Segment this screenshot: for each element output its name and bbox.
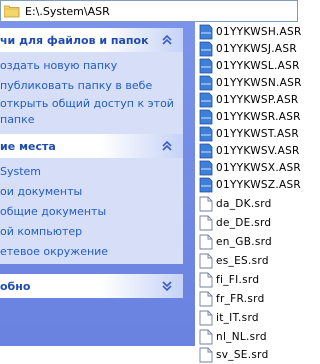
- file-name: 01YYKWSH.ASR: [216, 26, 302, 38]
- file-name: 01YYKWSV.ASR: [216, 145, 300, 157]
- publish-folder-link[interactable]: публиковать папку в вебе: [0, 76, 183, 96]
- details-header[interactable]: обно: [0, 274, 183, 298]
- file-name: 01YYKWST.ASR: [216, 128, 299, 140]
- file-name: 01YYKWSZ.ASR: [216, 179, 302, 191]
- file-name: 01YYKWSN.ASR: [216, 77, 302, 89]
- file-name: da_DK.srd: [216, 198, 272, 210]
- file-name: it_IT.srd: [216, 312, 259, 324]
- place-my-computer-link[interactable]: ой компьютер: [0, 222, 183, 242]
- file-name: de_DE.srd: [216, 217, 272, 229]
- file-tasks-title: чи для файлов и папок: [0, 34, 149, 47]
- place-network-link[interactable]: етевое окружение: [0, 242, 183, 262]
- file-name: 01YYKWSR.ASR: [216, 111, 301, 123]
- asr-file-icon: [199, 126, 213, 142]
- file-name: sv_SE.srd: [216, 349, 269, 361]
- place-shared-documents-link[interactable]: общие документы: [0, 202, 183, 222]
- asr-file-icon: [199, 160, 213, 176]
- srd-file-icon: [199, 291, 213, 307]
- collapse-chevron-icon[interactable]: [159, 32, 175, 48]
- folder-icon: [4, 5, 20, 18]
- file-name: fr_FR.srd: [216, 293, 265, 305]
- file-tasks-group: чи для файлов и папок оздать новую папку…: [0, 28, 183, 142]
- other-places-header[interactable]: ие места: [0, 134, 183, 158]
- details-group: обно: [0, 274, 183, 298]
- file-name: 01YYKWSX.ASR: [216, 162, 302, 174]
- file-name: nl_NL.srd: [216, 331, 267, 343]
- file-list: 01YYKWSH.ASR 01YYKWSJ.ASR 01YYKWSL.ASR 0…: [196, 22, 302, 363]
- asr-file-icon: [199, 177, 213, 193]
- file-name: 01YYKWSJ.ASR: [216, 43, 297, 55]
- other-places-group: ие места System ои документы общие докум…: [0, 134, 183, 264]
- file-name: es_ES.srd: [216, 255, 269, 267]
- asr-file-icon: [199, 92, 213, 108]
- srd-file-icon: [199, 234, 213, 250]
- file-name: 01YYKWSP.ASR: [216, 94, 299, 106]
- file-name: en_GB.srd: [216, 236, 273, 248]
- task-pane: чи для файлов и папок оздать новую папку…: [0, 22, 195, 346]
- other-places-body: System ои документы общие документы ой к…: [0, 158, 183, 264]
- share-folder-link[interactable]: открыть общий доступ к этой: [0, 96, 183, 112]
- file-tasks-body: оздать новую папку публиковать папку в в…: [0, 52, 183, 142]
- srd-file-icon: [199, 215, 213, 231]
- share-folder-link-cont[interactable]: папке: [0, 112, 183, 128]
- place-system-link[interactable]: System: [0, 162, 183, 182]
- asr-file-icon: [199, 75, 213, 91]
- srd-file-icon: [199, 196, 213, 212]
- file-name: 01YYKWSL.ASR: [216, 60, 300, 72]
- srd-file-icon: [199, 329, 213, 345]
- other-places-title: ие места: [0, 140, 56, 153]
- address-path: E:\.System\ASR: [25, 5, 110, 18]
- asr-file-icon: [199, 58, 213, 74]
- details-title: обно: [0, 280, 31, 293]
- collapse-chevron-icon[interactable]: [159, 138, 175, 154]
- srd-file-icon: [199, 347, 213, 363]
- file-name: fi_FI.srd: [216, 274, 260, 286]
- asr-file-icon: [199, 41, 213, 57]
- srd-file-icon: [199, 253, 213, 269]
- file-tasks-header[interactable]: чи для файлов и папок: [0, 28, 183, 52]
- srd-file-icon: [199, 310, 213, 326]
- new-folder-link[interactable]: оздать новую папку: [0, 56, 183, 76]
- asr-file-icon: [199, 24, 213, 40]
- asr-file-icon: [199, 143, 213, 159]
- asr-file-icon: [199, 109, 213, 125]
- expand-chevron-icon[interactable]: [159, 278, 175, 294]
- srd-file-icon: [199, 272, 213, 288]
- address-bar[interactable]: E:\.System\ASR: [0, 0, 298, 22]
- place-my-documents-link[interactable]: ои документы: [0, 182, 183, 202]
